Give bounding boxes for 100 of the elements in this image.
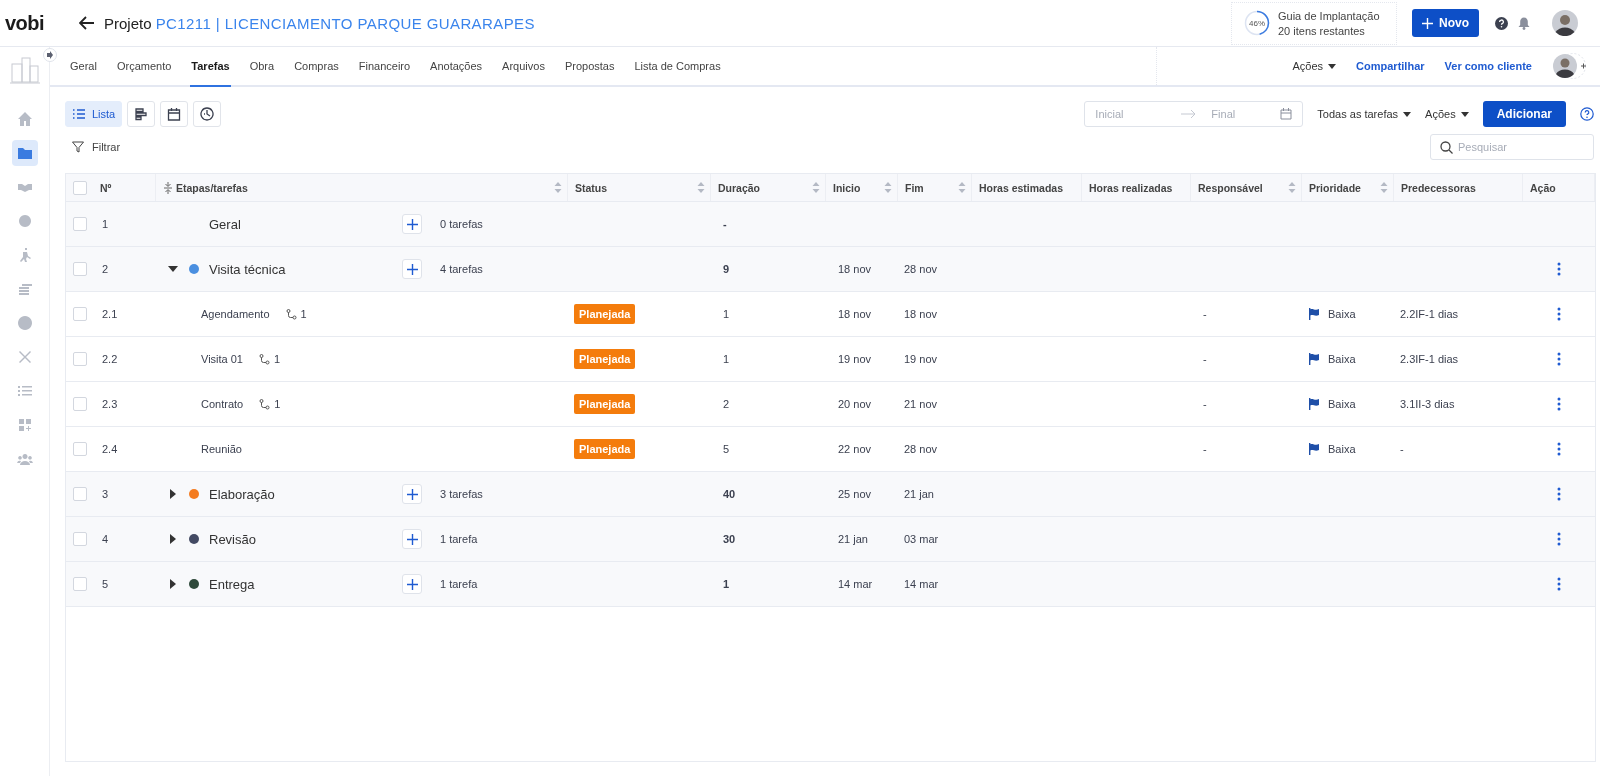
row-checkbox[interactable] xyxy=(73,397,87,411)
add-task-button[interactable] xyxy=(402,529,422,549)
more-options-icon[interactable] xyxy=(1557,397,1561,411)
view-button[interactable] xyxy=(127,101,156,127)
start-date: 14 mar xyxy=(838,578,873,590)
tab[interactable]: Financeiro xyxy=(357,47,412,87)
tab[interactable]: Orçamento xyxy=(115,47,173,87)
task-name[interactable]: Agendamento xyxy=(201,308,270,320)
new-button[interactable]: Novo xyxy=(1412,9,1479,37)
logo[interactable]: vobi xyxy=(5,11,74,35)
row-checkbox[interactable] xyxy=(73,577,87,591)
end-date: 28 nov xyxy=(904,263,938,275)
task-name[interactable]: Reunião xyxy=(201,443,242,455)
row-checkbox[interactable] xyxy=(73,217,87,231)
select-all-checkbox[interactable] xyxy=(73,180,87,195)
task-name[interactable]: Contrato xyxy=(201,398,244,410)
tab[interactable]: Anotações xyxy=(429,47,484,87)
calendar-icon xyxy=(1280,108,1293,120)
start-date: 20 nov xyxy=(838,398,872,410)
add-button[interactable]: Adicionar xyxy=(1482,101,1566,127)
task-count: 1 tarefa xyxy=(440,578,478,590)
collapse-all-icon[interactable] xyxy=(163,181,173,194)
guide-card[interactable]: 46% Guia de Implantação 20 itens restantes xyxy=(1231,1,1397,45)
sidebar-item[interactable] xyxy=(11,140,38,166)
task-name[interactable]: Visita 01 xyxy=(201,353,243,365)
add-task-button[interactable] xyxy=(402,574,422,594)
view-as-client-link[interactable]: Ver como cliente xyxy=(1444,60,1532,72)
bell-icon[interactable] xyxy=(1518,16,1530,30)
stage-name[interactable]: Visita técnica xyxy=(209,261,402,277)
stage-name[interactable]: Revisão xyxy=(209,531,402,547)
add-member-avatar[interactable] xyxy=(1552,53,1588,79)
more-options-icon[interactable] xyxy=(1557,352,1561,366)
help-icon[interactable] xyxy=(1580,107,1594,121)
sort-icon[interactable] xyxy=(697,182,705,193)
share-link[interactable]: Compartilhar xyxy=(1356,60,1425,72)
start-date: 25 nov xyxy=(838,488,872,500)
actions-dropdown[interactable]: Ações xyxy=(1292,60,1337,72)
stage-name[interactable]: Entrega xyxy=(209,576,402,592)
row-checkbox[interactable] xyxy=(73,532,87,546)
predecessors: - xyxy=(1400,443,1404,455)
stage-name[interactable]: Geral xyxy=(209,216,402,232)
row-checkbox[interactable] xyxy=(73,442,87,456)
folder-icon xyxy=(16,145,33,161)
view-button[interactable] xyxy=(160,101,189,127)
add-task-button[interactable] xyxy=(402,214,422,234)
tab[interactable]: Lista de Compras xyxy=(633,47,722,87)
more-options-icon[interactable] xyxy=(1557,307,1561,321)
caret-icon[interactable] xyxy=(168,264,178,274)
view-button[interactable]: Lista xyxy=(65,101,123,127)
actions-dropdown[interactable]: Ações xyxy=(1425,108,1469,120)
help-icon[interactable] xyxy=(1495,16,1508,30)
filter-button[interactable]: Filtrar xyxy=(72,141,121,153)
responsible: - xyxy=(1203,308,1207,320)
link-icon xyxy=(259,398,271,410)
add-task-button[interactable] xyxy=(402,484,422,504)
row-checkbox[interactable] xyxy=(73,487,87,501)
avatar[interactable] xyxy=(1552,10,1578,36)
more-options-icon[interactable] xyxy=(1557,577,1561,591)
more-options-icon[interactable] xyxy=(1557,262,1561,276)
sort-icon[interactable] xyxy=(812,182,820,193)
start-date: 19 nov xyxy=(838,353,872,365)
more-options-icon[interactable] xyxy=(1557,487,1561,501)
caret-icon[interactable] xyxy=(168,489,178,499)
expand-sidebar-icon[interactable] xyxy=(43,48,57,62)
caret-icon[interactable] xyxy=(168,579,178,589)
tab[interactable]: Propostas xyxy=(563,47,616,87)
sort-icon[interactable] xyxy=(958,182,966,193)
sort-icon[interactable] xyxy=(1288,182,1296,193)
column-header: Horas estimadas xyxy=(979,181,1064,194)
end-date: 14 mar xyxy=(904,578,939,590)
responsible: - xyxy=(1203,398,1207,410)
tab[interactable]: Compras xyxy=(293,47,340,87)
tab[interactable]: Tarefas xyxy=(190,47,231,87)
sort-icon[interactable] xyxy=(1380,182,1388,193)
row-checkbox[interactable] xyxy=(73,262,87,276)
row-number: 2.4 xyxy=(102,443,118,455)
more-options-icon[interactable] xyxy=(1557,532,1561,546)
row-checkbox[interactable] xyxy=(73,352,87,366)
tab[interactable]: Geral xyxy=(69,47,98,87)
apps-icon xyxy=(16,417,33,433)
arrow-icon xyxy=(1181,109,1198,119)
row-checkbox[interactable] xyxy=(73,307,87,321)
sort-icon[interactable] xyxy=(554,182,562,193)
add-task-button[interactable] xyxy=(402,259,422,279)
duration: 40 xyxy=(723,488,736,500)
project-thumbnail[interactable] xyxy=(8,54,41,86)
priority: Baixa xyxy=(1328,398,1356,410)
back-arrow-icon[interactable] xyxy=(79,16,95,30)
more-options-icon[interactable] xyxy=(1557,442,1561,456)
search-icon xyxy=(1440,140,1453,154)
duration: 9 xyxy=(723,263,730,275)
column-header: Inicio xyxy=(833,181,861,194)
view-button[interactable] xyxy=(193,101,222,127)
caret-icon[interactable] xyxy=(168,534,178,544)
task-filter-dropdown[interactable]: Todas as tarefas xyxy=(1317,108,1412,120)
project-title: Projeto PC1211 | LICENCIAMENTO PARQUE GUARARAPES xyxy=(104,14,535,32)
tab[interactable]: Arquivos xyxy=(501,47,546,87)
stage-name[interactable]: Elaboração xyxy=(209,486,402,502)
sort-icon[interactable] xyxy=(884,182,892,193)
tab[interactable]: Obra xyxy=(248,47,276,87)
